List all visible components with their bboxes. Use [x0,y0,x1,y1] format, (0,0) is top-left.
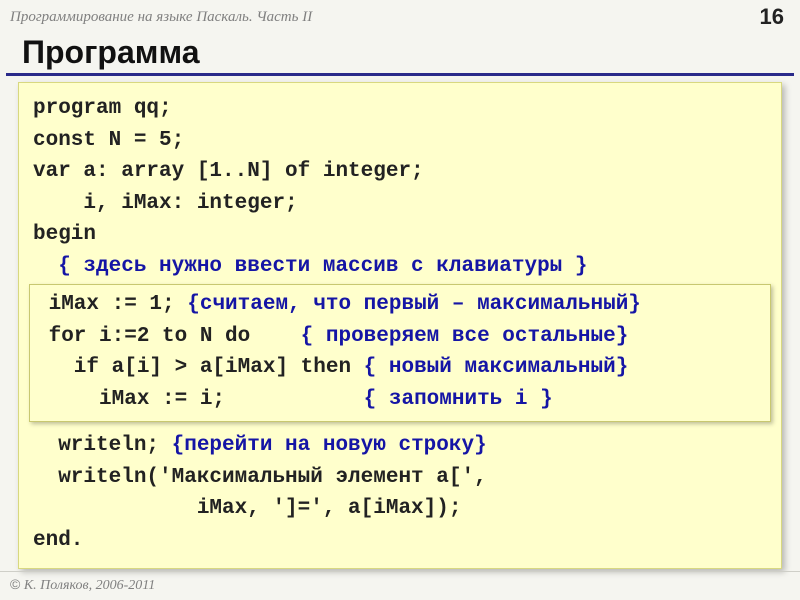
code-line: var a: array [1..N] of integer; [33,160,424,183]
slide-footer: © К. Поляков, 2006-2011 [0,571,800,600]
footer-text: К. Поляков, 2006-2011 [20,578,155,593]
code-line: iMax := 1; [36,293,187,316]
code-line: writeln; [33,434,172,457]
code-line: const N = 5; [33,129,184,152]
code-line: i, iMax: integer; [33,192,298,215]
code-line: iMax, ']=', a[iMax]); [33,497,461,520]
code-comment: { новый максимальный} [364,356,629,379]
code-line: begin [33,223,96,246]
code-comment: {перейти на новую строку} [172,434,487,457]
code-comment: { запомнить i } [364,388,553,411]
slide-header: Программирование на языке Паскаль. Часть… [0,0,800,34]
page-number: 16 [760,4,784,30]
code-line: program qq; [33,97,172,120]
header-subtitle: Программирование на языке Паскаль. Часть… [10,9,760,26]
code-block: program qq; const N = 5; var a: array [1… [18,82,782,569]
code-comment: { проверяем все остальные} [301,325,629,348]
code-comment: {считаем, что первый – максимальный} [187,293,641,316]
code-line: if a[i] > a[iMax] then [36,356,364,379]
code-line: iMax := i; [36,388,364,411]
copyright-icon: © [10,576,20,592]
code-comment: { здесь нужно ввести массив с клавиатуры… [33,255,588,278]
code-line: for i:=2 to N do [36,325,301,348]
slide-title: Программа [6,34,794,76]
code-line: end. [33,529,83,552]
code-line: writeln('Максимальный элемент a[', [33,466,487,489]
highlighted-code-box: iMax := 1; {считаем, что первый – максим… [29,284,771,422]
